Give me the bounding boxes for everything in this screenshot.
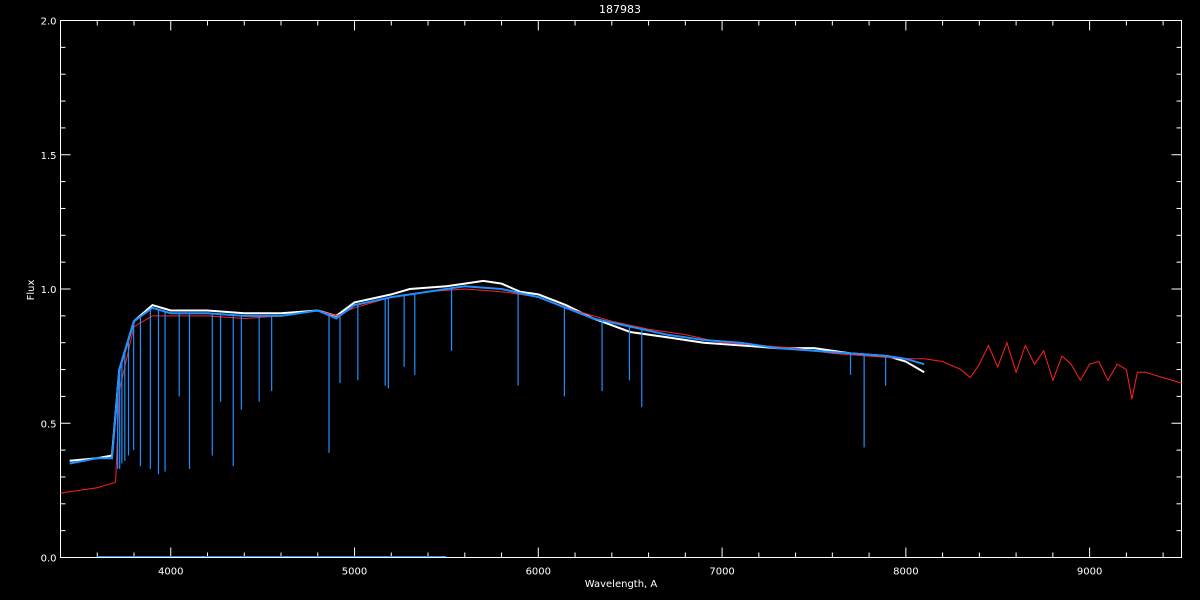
x-tick-label: 7000 [709,567,734,578]
x-axis-label: Wavelength, A [585,579,658,590]
plot-frame [60,20,1182,558]
x-tick-label: 6000 [526,567,551,578]
major-ticks [60,20,1182,558]
y-tick-label: 2.0 [41,17,57,28]
y-tick-label: 1.0 [41,285,57,296]
spectrum-line-blue [69,285,925,465]
x-tick-label: 4000 [158,567,183,578]
x-tick-label: 8000 [893,567,918,578]
x-tick-label: 5000 [342,567,367,578]
y-tick-labels: 0.0 0.5 1.0 1.5 2.0 [41,17,57,565]
spectrum-line-white [69,279,925,462]
spectrum-chart: 4000 5000 6000 7000 8000 9000 0.0 0.5 1.0 1.5 2.0… [26,3,1182,590]
x-tick-label: 9000 [1077,567,1102,578]
minor-ticks [60,20,1182,558]
y-axis-label: Flux [26,280,37,301]
model-line-red [60,288,1182,494]
series-layer [60,279,1182,557]
x-tick-labels: 4000 5000 6000 7000 8000 9000 [158,567,1102,578]
y-tick-label: 0.0 [41,554,57,565]
y-tick-label: 0.5 [41,419,57,430]
y-tick-label: 1.5 [41,151,57,162]
chart-title: 187983 [599,3,641,16]
